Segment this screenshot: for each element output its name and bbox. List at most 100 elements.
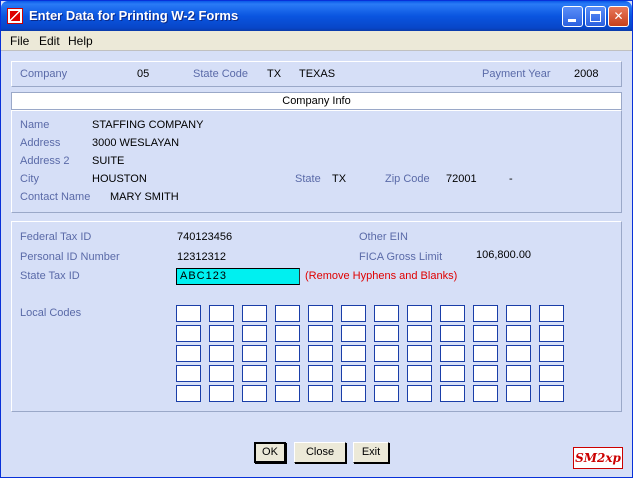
- local-code-input[interactable]: [341, 385, 366, 402]
- state-code-label: State Code: [193, 68, 249, 80]
- local-code-input[interactable]: [407, 345, 432, 362]
- local-code-input[interactable]: [341, 365, 366, 382]
- local-code-input[interactable]: [176, 365, 201, 382]
- maximize-button[interactable]: [585, 6, 606, 27]
- minimize-icon: [568, 19, 576, 22]
- state-value[interactable]: TX: [332, 173, 346, 185]
- local-code-input[interactable]: [308, 365, 333, 382]
- local-code-input[interactable]: [374, 325, 399, 342]
- other-ein-label: Other EIN: [359, 231, 408, 243]
- local-code-input[interactable]: [308, 305, 333, 322]
- local-code-input[interactable]: [374, 305, 399, 322]
- window-title: Enter Data for Printing W-2 Forms: [29, 8, 239, 23]
- name-value[interactable]: STAFFING COMPANY: [92, 119, 203, 131]
- local-code-input[interactable]: [473, 345, 498, 362]
- local-code-input[interactable]: [440, 305, 465, 322]
- minimize-button[interactable]: [562, 6, 583, 27]
- local-code-input[interactable]: [407, 305, 432, 322]
- local-code-input[interactable]: [506, 325, 531, 342]
- w2-window: Enter Data for Printing W-2 Forms ✕ File…: [0, 0, 633, 478]
- local-code-input[interactable]: [209, 345, 234, 362]
- local-code-input[interactable]: [242, 365, 267, 382]
- local-code-input[interactable]: [275, 325, 300, 342]
- local-code-input[interactable]: [242, 385, 267, 402]
- exit-button[interactable]: Exit: [353, 442, 389, 463]
- local-code-input[interactable]: [308, 385, 333, 402]
- local-code-input[interactable]: [341, 325, 366, 342]
- local-code-input[interactable]: [275, 365, 300, 382]
- local-code-input[interactable]: [539, 325, 564, 342]
- local-code-input[interactable]: [539, 305, 564, 322]
- zip-value[interactable]: 72001: [446, 173, 477, 185]
- contact-value[interactable]: MARY SMITH: [110, 191, 179, 203]
- local-code-input[interactable]: [407, 365, 432, 382]
- local-code-input[interactable]: [473, 325, 498, 342]
- close-icon: ✕: [613, 9, 624, 23]
- local-code-input[interactable]: [275, 345, 300, 362]
- local-code-input[interactable]: [506, 345, 531, 362]
- company-value[interactable]: 05: [137, 68, 149, 80]
- local-code-input[interactable]: [176, 385, 201, 402]
- local-code-input[interactable]: [209, 305, 234, 322]
- local-code-input[interactable]: [440, 345, 465, 362]
- local-code-input[interactable]: [473, 385, 498, 402]
- local-code-input[interactable]: [209, 385, 234, 402]
- zip-ext-value[interactable]: -: [509, 173, 513, 185]
- state-tax-id-input[interactable]: ABC123: [176, 268, 300, 285]
- fica-value[interactable]: 106,800.00: [476, 249, 531, 261]
- local-codes-label: Local Codes: [20, 307, 82, 319]
- local-code-input[interactable]: [242, 345, 267, 362]
- close-button[interactable]: Close: [294, 442, 346, 463]
- local-code-input[interactable]: [440, 365, 465, 382]
- close-window-button[interactable]: ✕: [608, 6, 629, 27]
- local-code-input[interactable]: [407, 325, 432, 342]
- name-label: Name: [20, 119, 50, 131]
- federal-tax-id-value[interactable]: 740123456: [177, 231, 232, 243]
- personal-id-value[interactable]: 12312312: [177, 251, 226, 263]
- local-code-input[interactable]: [275, 385, 300, 402]
- local-code-input[interactable]: [176, 305, 201, 322]
- local-code-input[interactable]: [440, 325, 465, 342]
- local-code-input[interactable]: [242, 325, 267, 342]
- local-code-input[interactable]: [506, 365, 531, 382]
- local-code-input[interactable]: [506, 385, 531, 402]
- local-code-input[interactable]: [440, 385, 465, 402]
- local-code-input[interactable]: [308, 345, 333, 362]
- address-value[interactable]: 3000 WESLAYAN: [92, 137, 179, 149]
- local-code-input[interactable]: [308, 325, 333, 342]
- maximize-icon: [590, 11, 601, 22]
- local-code-input[interactable]: [176, 345, 201, 362]
- menu-file[interactable]: File: [10, 34, 29, 48]
- local-code-input[interactable]: [209, 365, 234, 382]
- menu-edit[interactable]: Edit: [39, 34, 60, 48]
- title-bar[interactable]: Enter Data for Printing W-2 Forms ✕: [1, 1, 632, 31]
- local-code-input[interactable]: [242, 305, 267, 322]
- local-code-input[interactable]: [539, 365, 564, 382]
- local-code-input[interactable]: [374, 365, 399, 382]
- local-code-input[interactable]: [176, 325, 201, 342]
- local-code-input[interactable]: [374, 345, 399, 362]
- payment-year-value[interactable]: 2008: [574, 68, 598, 80]
- ok-button[interactable]: OK: [254, 442, 286, 463]
- address-label: Address: [20, 137, 61, 149]
- address2-value[interactable]: SUITE: [92, 155, 124, 167]
- city-label: City: [20, 173, 39, 185]
- local-code-input[interactable]: [539, 345, 564, 362]
- local-code-input[interactable]: [473, 365, 498, 382]
- menu-help[interactable]: Help: [68, 34, 93, 48]
- state-name-value: TEXAS: [299, 68, 336, 80]
- local-code-input[interactable]: [341, 345, 366, 362]
- federal-tax-id-label: Federal Tax ID: [20, 231, 92, 243]
- local-code-input[interactable]: [275, 305, 300, 322]
- local-code-input[interactable]: [506, 305, 531, 322]
- company-info-header: Company Info: [11, 92, 622, 110]
- local-code-input[interactable]: [407, 385, 432, 402]
- local-code-input[interactable]: [209, 325, 234, 342]
- local-code-input[interactable]: [473, 305, 498, 322]
- state-code-value[interactable]: TX: [267, 68, 281, 80]
- app-icon[interactable]: [7, 8, 23, 24]
- local-code-input[interactable]: [374, 385, 399, 402]
- local-code-input[interactable]: [539, 385, 564, 402]
- local-code-input[interactable]: [341, 305, 366, 322]
- city-value[interactable]: HOUSTON: [92, 173, 147, 185]
